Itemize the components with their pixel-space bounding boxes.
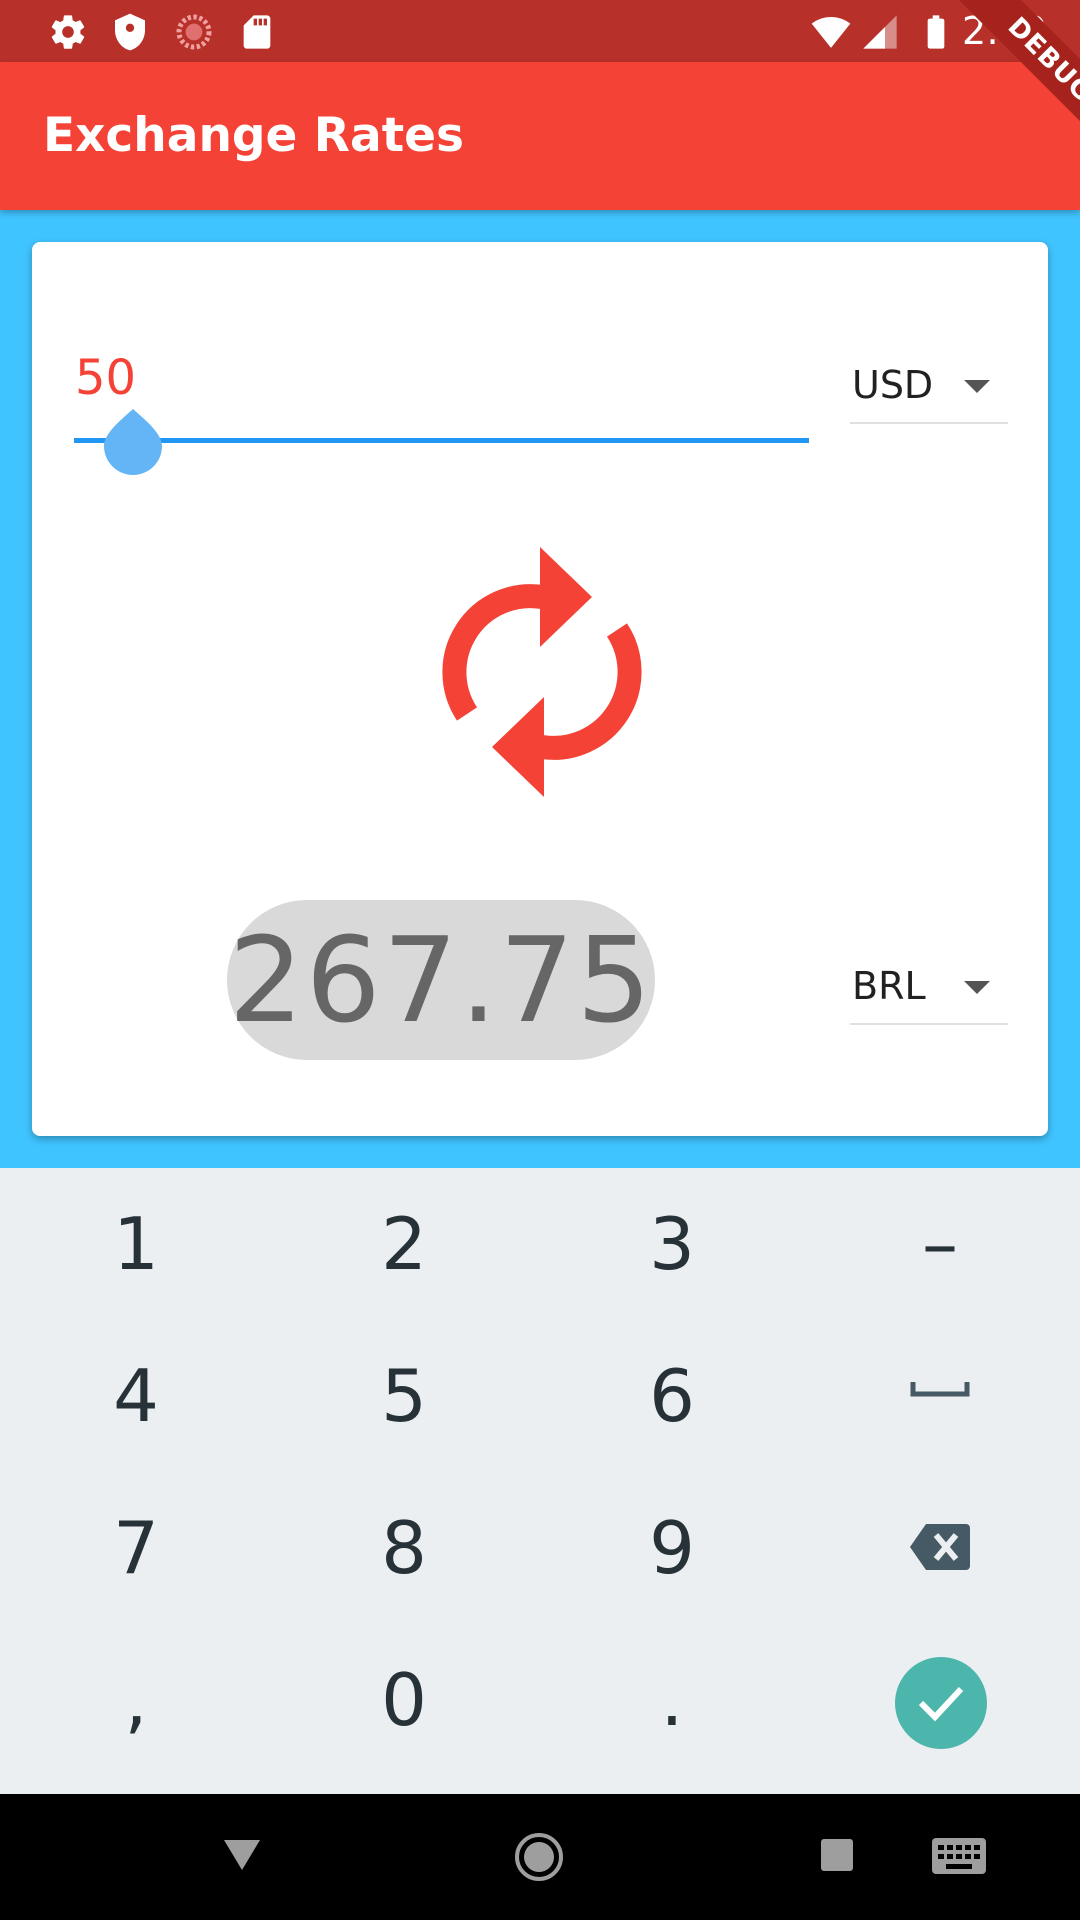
wifi-icon xyxy=(811,17,851,48)
to-currency-label: BRL xyxy=(852,964,926,1008)
amount-value-label: 50 xyxy=(75,350,137,406)
check-icon xyxy=(918,1686,964,1722)
key-8[interactable]: 8 xyxy=(270,1472,538,1624)
key-4[interactable]: 4 xyxy=(2,1320,270,1472)
slider-thumb[interactable] xyxy=(102,407,164,475)
shield-icon xyxy=(115,13,145,51)
signal-icon xyxy=(863,15,897,49)
keyboard-icon[interactable] xyxy=(932,1838,986,1874)
to-currency-dropdown[interactable]: BRL xyxy=(850,953,1008,1025)
navigation-bar xyxy=(0,1794,1080,1920)
result-display: 267.75 xyxy=(227,900,655,1060)
status-bar: 2:49 xyxy=(0,0,1080,62)
numeric-keyboard: 1 2 3 – 4 5 6 7 8 9 , 0 . xyxy=(0,1168,1080,1794)
page-title: Exchange Rates xyxy=(43,108,465,163)
settings-icon xyxy=(51,15,85,49)
key-7[interactable]: 7 xyxy=(2,1472,270,1624)
sd-card-icon xyxy=(243,15,271,49)
backspace-icon xyxy=(910,1524,970,1570)
amount-slider[interactable] xyxy=(74,438,809,443)
recents-icon[interactable] xyxy=(820,1838,854,1872)
refresh-icon[interactable] xyxy=(442,547,642,797)
result-value: 267.75 xyxy=(228,911,654,1049)
key-comma[interactable]: , xyxy=(2,1624,270,1776)
key-backspace[interactable] xyxy=(806,1472,1074,1624)
spinner-icon xyxy=(176,14,212,50)
screen: 2:49 Exchange Rates DEBUG 50 USD 267.75 … xyxy=(0,0,1080,1920)
chevron-down-icon xyxy=(964,981,990,994)
key-2[interactable]: 2 xyxy=(270,1168,538,1320)
key-6[interactable]: 6 xyxy=(538,1320,806,1472)
key-period[interactable]: . xyxy=(538,1624,806,1776)
key-1[interactable]: 1 xyxy=(2,1168,270,1320)
key-minus[interactable]: – xyxy=(806,1168,1074,1320)
back-icon[interactable] xyxy=(222,1838,262,1872)
key-0[interactable]: 0 xyxy=(270,1624,538,1776)
key-space[interactable] xyxy=(806,1320,1074,1472)
space-icon xyxy=(910,1382,970,1397)
home-icon[interactable] xyxy=(514,1832,564,1882)
key-done[interactable] xyxy=(895,1657,987,1749)
app-bar: Exchange Rates xyxy=(0,62,1080,210)
chevron-down-icon xyxy=(964,380,990,393)
from-currency-dropdown[interactable]: USD xyxy=(850,352,1008,424)
battery-icon xyxy=(927,15,945,49)
from-currency-label: USD xyxy=(852,363,934,407)
key-5[interactable]: 5 xyxy=(270,1320,538,1472)
key-3[interactable]: 3 xyxy=(538,1168,806,1320)
key-9[interactable]: 9 xyxy=(538,1472,806,1624)
converter-card: 50 USD 267.75 BRL xyxy=(32,242,1048,1136)
